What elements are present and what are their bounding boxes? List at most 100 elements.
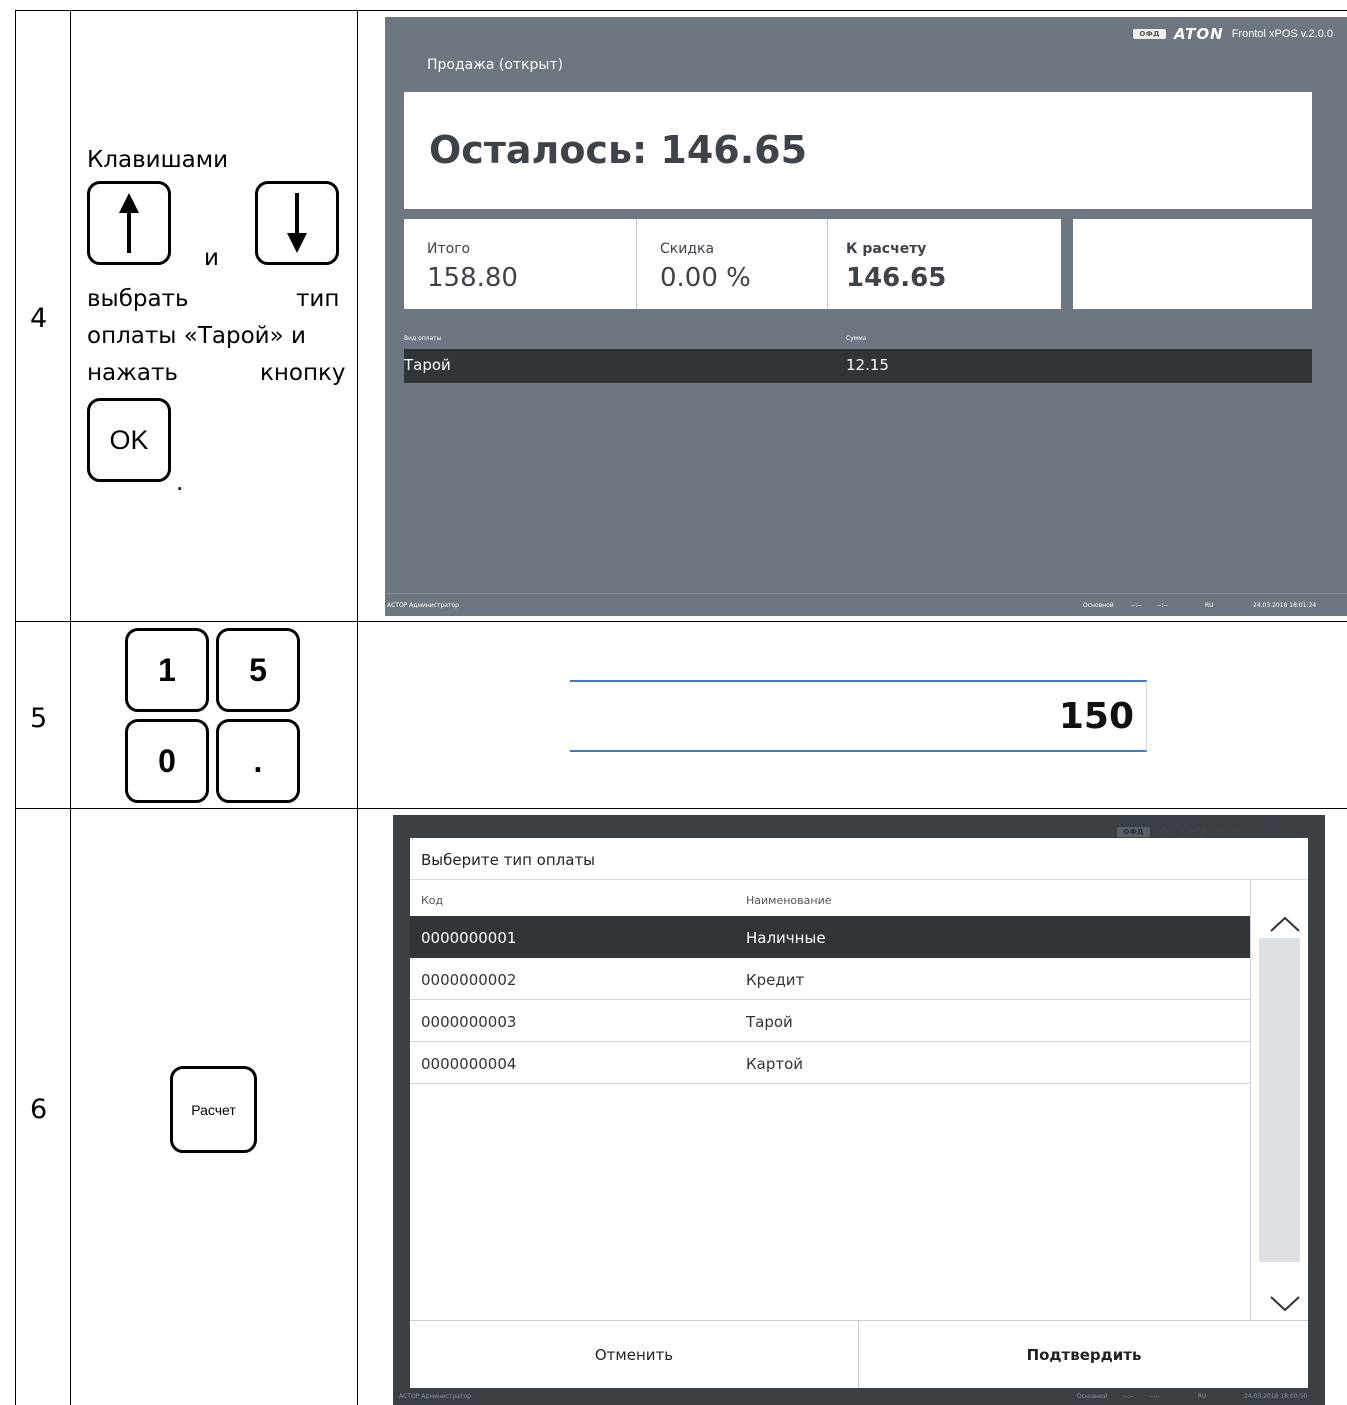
and-word: и bbox=[204, 245, 219, 271]
remaining-amount: Осталось: 146.65 bbox=[429, 128, 808, 172]
arrow-up-icon bbox=[119, 193, 139, 253]
item-name: Наличные bbox=[746, 929, 826, 947]
pos-screen-payment-select: ОФД ATON Frontol xPOS v.2.0.0 Выберите т… bbox=[393, 815, 1325, 1405]
scrollbar-track[interactable] bbox=[1259, 938, 1300, 1262]
status-lang: RU bbox=[1198, 1393, 1207, 1400]
payment-type: Тарой bbox=[404, 356, 451, 374]
arrow-down-icon bbox=[287, 193, 307, 253]
instruction-text-line: выбрать bbox=[87, 286, 189, 312]
cancel-button[interactable]: Отменить bbox=[410, 1321, 859, 1388]
scroll-down-button[interactable] bbox=[1268, 1294, 1302, 1320]
scrollbar-divider bbox=[1250, 880, 1251, 1320]
table-col-divider-1 bbox=[70, 10, 71, 1405]
table-border-left bbox=[15, 10, 16, 1405]
remaining-panel: Осталось: 146.65 bbox=[404, 92, 1312, 209]
total-label: Итого bbox=[427, 241, 471, 257]
payment-type-header: Вид оплаты bbox=[404, 335, 442, 342]
app-version: Frontol xPOS v.2.0.0 bbox=[1231, 28, 1333, 40]
status-lang: RU bbox=[1205, 602, 1214, 609]
discount-cell: Скидка 0.00 % bbox=[637, 219, 828, 309]
ofd-badge: ОФД bbox=[1117, 827, 1150, 837]
chevron-down-icon bbox=[1270, 1296, 1300, 1312]
payment-key-label: Расчет bbox=[191, 1101, 236, 1118]
status-user: АСТОР Администратор bbox=[399, 1393, 471, 1400]
step-number: 5 bbox=[30, 703, 48, 734]
payment-sum: 12.15 bbox=[846, 356, 889, 374]
list-item[interactable]: 0000000003 Тарой bbox=[410, 1000, 1250, 1042]
item-code: 0000000001 bbox=[421, 929, 517, 947]
instruction-text-line: кнопку bbox=[260, 360, 346, 386]
status-mode: Основной bbox=[1083, 602, 1114, 609]
dialog-title: Выберите тип оплаты bbox=[421, 851, 596, 869]
payment-key[interactable]: Расчет bbox=[170, 1066, 257, 1153]
status-datetime: 24.03.2018 18:01:24 bbox=[1253, 602, 1317, 609]
table-row-divider-2 bbox=[15, 808, 1347, 809]
empty-info-panel bbox=[1073, 219, 1312, 309]
instruction-period: . bbox=[176, 470, 184, 496]
payment-row[interactable]: Тарой 12.15 bbox=[404, 349, 1312, 383]
divider bbox=[410, 879, 1308, 880]
table-border-top bbox=[15, 10, 1347, 11]
confirm-button[interactable]: Подтвердить bbox=[860, 1321, 1308, 1388]
column-header-code: Код bbox=[421, 894, 444, 907]
discount-value: 0.00 % bbox=[660, 263, 751, 293]
item-name: Картой bbox=[746, 1055, 804, 1073]
item-code: 0000000004 bbox=[421, 1055, 517, 1073]
key-label: 0 bbox=[158, 742, 176, 779]
list-item[interactable]: 0000000002 Кредит bbox=[410, 958, 1250, 1000]
ok-key-label: OK bbox=[109, 424, 149, 455]
status-time-2: --:-- bbox=[1149, 1393, 1160, 1400]
step-number: 4 bbox=[30, 303, 48, 334]
instruction-text-line: Клавишами bbox=[87, 147, 229, 173]
table-col-divider-2 bbox=[357, 10, 358, 1405]
item-code: 0000000003 bbox=[421, 1013, 517, 1031]
amount-input[interactable]: 150 bbox=[570, 680, 1147, 752]
ok-key[interactable]: OK bbox=[87, 398, 171, 482]
key-label: . bbox=[253, 742, 263, 779]
status-time-2: --:-- bbox=[1157, 602, 1168, 609]
step-number: 6 bbox=[30, 1094, 48, 1125]
key-label: 5 bbox=[249, 651, 267, 688]
list-item[interactable]: 0000000004 Картой bbox=[410, 1042, 1250, 1084]
document-state-title: Продажа (открыт) bbox=[427, 57, 564, 73]
brand-header: ОФД ATON Frontol xPOS v.2.0.0 bbox=[1133, 25, 1333, 43]
payment-type-dialog: Выберите тип оплаты Код Наименование 000… bbox=[410, 838, 1308, 1388]
ofd-badge: ОФД bbox=[1133, 29, 1166, 39]
key-1[interactable]: 1 bbox=[125, 628, 209, 712]
key-decimal-point[interactable]: . bbox=[216, 719, 300, 803]
total-cell: Итого 158.80 bbox=[404, 219, 637, 309]
chevron-up-icon bbox=[1270, 916, 1300, 932]
app-version: Frontol xPOS v.2.0.0 bbox=[1215, 826, 1317, 838]
amount-value: 150 bbox=[1058, 696, 1134, 737]
list-item[interactable]: 0000000001 Наличные bbox=[410, 916, 1250, 958]
item-name: Кредит bbox=[746, 971, 805, 989]
discount-label: Скидка bbox=[660, 241, 715, 257]
to-pay-cell: К расчету 146.65 bbox=[828, 219, 1061, 309]
up-key[interactable] bbox=[87, 181, 171, 265]
key-0[interactable]: 0 bbox=[125, 719, 209, 803]
scroll-up-button[interactable] bbox=[1268, 914, 1302, 940]
status-mode: Основной bbox=[1077, 1393, 1108, 1400]
item-code: 0000000002 bbox=[421, 971, 517, 989]
pos-screen-sale: ОФД ATON Frontol xPOS v.2.0.0 Продажа (о… bbox=[385, 17, 1347, 616]
instruction-text-line: тип bbox=[296, 286, 340, 312]
key-5[interactable]: 5 bbox=[216, 628, 300, 712]
status-time-1: --:-- bbox=[1131, 602, 1142, 609]
instruction-text-line: оплаты «Тарой» и bbox=[87, 323, 306, 349]
status-user: АСТОР Администратор bbox=[387, 602, 459, 609]
totals-panel: Итого 158.80 Скидка 0.00 % К расчету 146… bbox=[404, 219, 1061, 309]
to-pay-label: К расчету bbox=[846, 241, 927, 257]
status-time-1: --:-- bbox=[1123, 1393, 1134, 1400]
aton-logo: ATON bbox=[1173, 25, 1224, 43]
total-value: 158.80 bbox=[427, 263, 518, 293]
status-datetime: 24.03.2018 18:00:50 bbox=[1244, 1393, 1308, 1400]
to-pay-value: 146.65 bbox=[846, 263, 947, 293]
payment-sum-header: Сумма bbox=[846, 335, 867, 342]
item-name: Тарой bbox=[746, 1013, 793, 1031]
column-header-name: Наименование bbox=[746, 894, 832, 907]
table-row-divider-1 bbox=[15, 621, 1347, 622]
instruction-text-line: нажать bbox=[87, 360, 178, 386]
down-key[interactable] bbox=[255, 181, 339, 265]
key-label: 1 bbox=[158, 651, 176, 688]
status-bar: АСТОР Администратор Основной --:-- --:--… bbox=[385, 593, 1347, 616]
